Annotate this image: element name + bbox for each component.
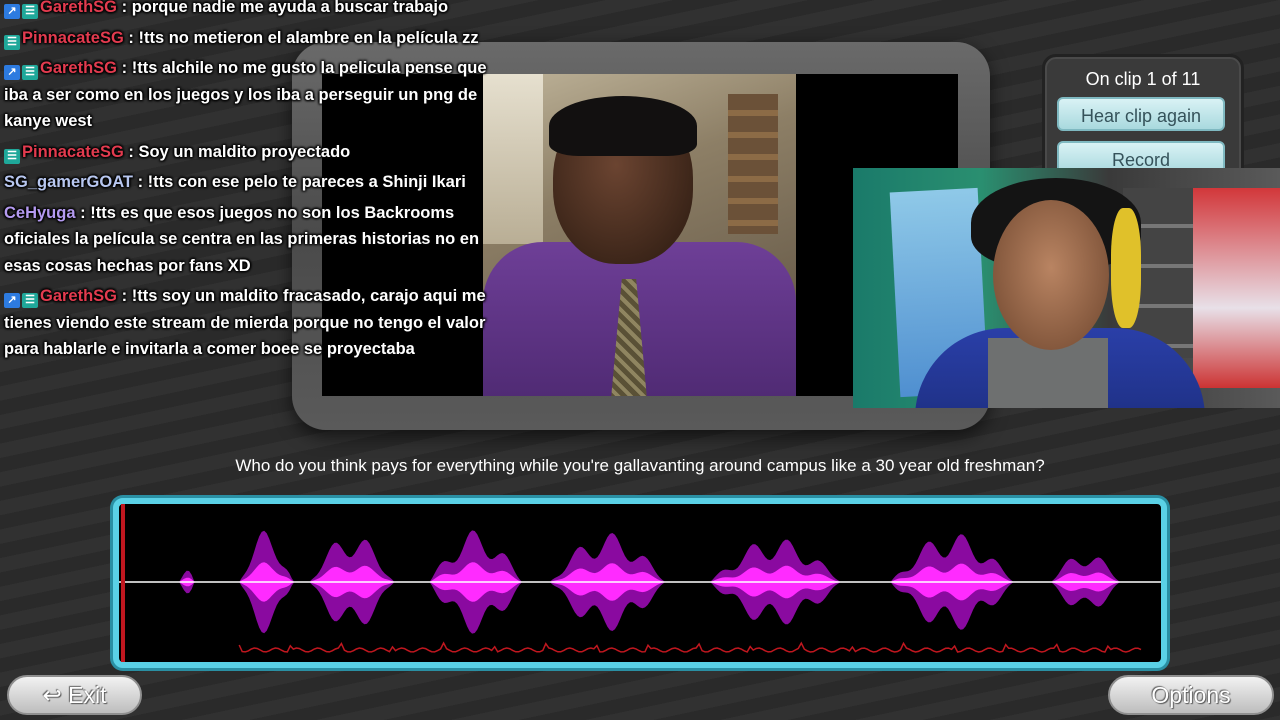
playhead[interactable]	[121, 504, 125, 662]
chat-username: PinnacateSG	[22, 28, 124, 47]
clip-counter: On clip 1 of 11	[1085, 69, 1201, 89]
sub-badge-icon: ☰	[22, 293, 38, 308]
chat-text: : !tts no metieron el alambre en la pelí…	[128, 28, 479, 47]
sub-badge-icon: ☰	[4, 148, 20, 164]
chat-text: : porque nadie me ayuda a buscar trabajo	[121, 0, 449, 16]
prime-badge-icon: ↗	[4, 4, 20, 19]
exit-button[interactable]: ↩ Exit	[7, 675, 142, 715]
exit-label: Exit	[68, 682, 107, 708]
webcam-feed	[853, 168, 1280, 408]
chat-message: CeHyuga : !tts es que esos juegos no son…	[4, 200, 490, 280]
audio-waveform[interactable]	[113, 498, 1167, 668]
stream-chat: ↗ ☰ GarethSG : porque nadie me ayuda a bus…	[4, 0, 490, 367]
chat-text: : !tts con ese pelo te pareces a Shinji …	[137, 173, 466, 191]
return-arrow-icon: ↩	[42, 682, 62, 708]
chat-text: : !tts es que esos juegos no son los Bac…	[4, 203, 480, 275]
waveform-graphic	[119, 504, 1161, 662]
chat-username: GarethSG	[40, 59, 118, 77]
chat-message: SG_gamerGOAT : !tts con ese pelo te pare…	[4, 169, 490, 196]
prime-badge-icon: ↗	[4, 65, 20, 80]
chat-message: ↗ ☰ GarethSG : !tts soy un maldito fracasa…	[4, 283, 490, 363]
chat-username: GarethSG	[40, 287, 118, 305]
sub-badge-icon: ☰	[4, 34, 20, 50]
chat-text: : Soy un maldito proyectado	[128, 142, 351, 161]
chat-username: PinnacateSG	[22, 142, 124, 161]
chat-username: GarethSG	[40, 0, 118, 16]
sub-badge-icon: ☰	[22, 4, 38, 19]
chat-username: CeHyuga	[4, 203, 76, 222]
sub-badge-icon: ☰	[22, 65, 38, 80]
chat-message: ↗ ☰ GarethSG : porque nadie me ayuda a bus…	[4, 0, 490, 21]
options-button[interactable]: Options	[1108, 675, 1274, 715]
chat-message: ☰ PinnacateSG : Soy un maldito proyectado	[4, 139, 490, 166]
hear-clip-again-button[interactable]: Hear clip again	[1057, 97, 1225, 131]
chat-message: ☰ PinnacateSG : !tts no metieron el alamb…	[4, 25, 490, 52]
chat-username: SG_gamerGOAT	[4, 173, 133, 191]
movie-frame-image	[483, 74, 796, 396]
chat-message: ↗ ☰ GarethSG : !tts alchile no me gusto la…	[4, 55, 490, 135]
dub-line-subtitle: Who do you think pays for everything whi…	[235, 456, 1045, 475]
prime-badge-icon: ↗	[4, 293, 20, 308]
pitch-trace	[238, 641, 1142, 653]
